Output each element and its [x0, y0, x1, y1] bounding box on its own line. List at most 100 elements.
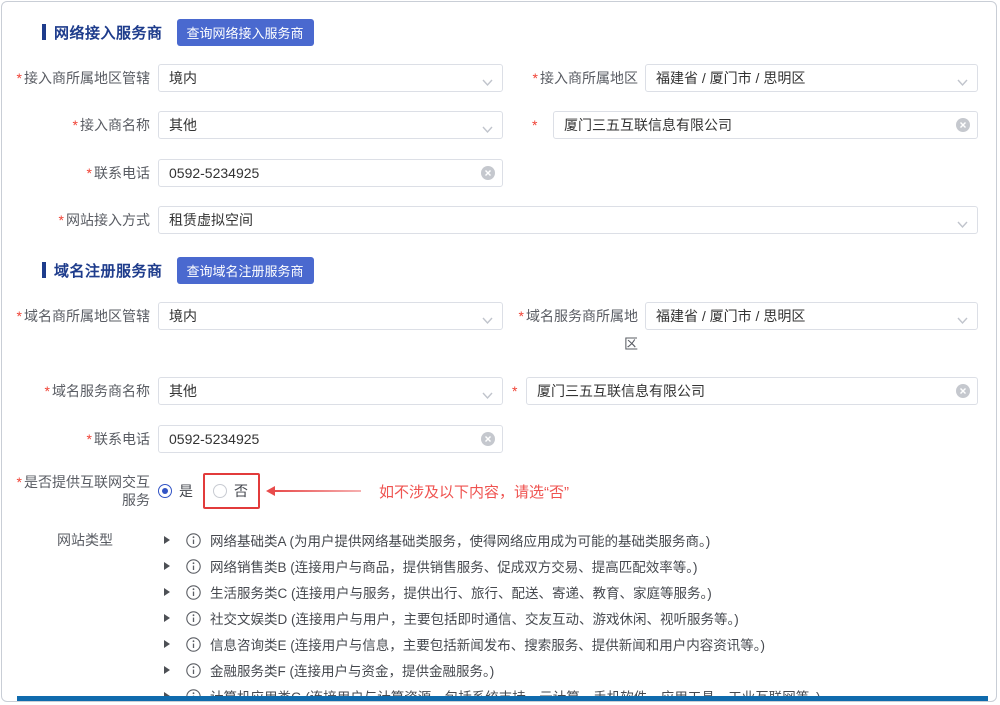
domain-company-required: *: [510, 377, 526, 406]
domain-region-admin-label: *域名商所属地区管辖: [10, 302, 158, 358]
clear-icon[interactable]: [481, 166, 495, 185]
query-domain-button[interactable]: 查询域名注册服务商: [177, 257, 314, 284]
required-asterisk: *: [59, 212, 64, 228]
domain-region-admin-value: 境内: [169, 306, 197, 326]
domain-region-admin-select[interactable]: 境内: [158, 302, 503, 330]
info-icon[interactable]: [186, 611, 201, 626]
isp-access-method-label: *网站接入方式: [10, 206, 158, 234]
isp-phone-input[interactable]: [158, 159, 503, 187]
isp-access-method-value: 租赁虚拟空间: [169, 210, 253, 230]
info-icon[interactable]: [186, 585, 201, 600]
info-icon[interactable]: [186, 559, 201, 574]
isp-name-row: *接入商名称 其他 *: [10, 111, 978, 140]
site-type-item: 网络销售类B (连接用户与商品，提供销售服务、促成双方交易、提高匹配效率等。): [158, 553, 821, 579]
annotation-arrow: 如不涉及以下内容，请选“否”: [266, 481, 569, 502]
no-option-highlight-box: 否: [203, 473, 260, 509]
radio-no[interactable]: 否: [213, 481, 248, 501]
radio-selected-icon[interactable]: [158, 484, 172, 498]
isp-section-title: 网络接入服务商: [54, 22, 163, 43]
caret-right-icon[interactable]: [164, 562, 170, 570]
domain-phone-input[interactable]: [158, 425, 503, 453]
isp-phone-row: *联系电话: [10, 159, 978, 187]
isp-region-value: 福建省 / 厦门市 / 思明区: [656, 68, 805, 88]
info-icon[interactable]: [186, 663, 201, 678]
clear-icon[interactable]: [481, 432, 495, 451]
isp-region-label: *接入商所属地区: [510, 64, 645, 92]
required-asterisk: *: [73, 117, 78, 133]
isp-name-select[interactable]: 其他: [158, 111, 503, 139]
clear-icon[interactable]: [956, 118, 970, 137]
isp-name-value: 其他: [169, 115, 197, 135]
required-asterisk: *: [519, 308, 524, 324]
radio-unselected-icon[interactable]: [213, 484, 227, 498]
domain-region-label: *域名服务商所属地区: [510, 302, 645, 358]
bottom-section-bar: [17, 696, 988, 701]
isp-region-admin-value: 境内: [169, 68, 197, 88]
domain-name-label: *域名服务商名称: [10, 377, 158, 406]
domain-region-row: *域名商所属地区管辖 境内 *域名服务商所属地区 福建省 / 厦门市 / 思明区: [10, 302, 978, 358]
isp-region-admin-select[interactable]: 境内: [158, 64, 503, 92]
required-asterisk: *: [17, 70, 22, 86]
domain-region-select[interactable]: 福建省 / 厦门市 / 思明区: [645, 302, 978, 330]
required-asterisk: *: [533, 70, 538, 86]
chevron-down-icon: [482, 74, 493, 90]
interactive-service-label: *是否提供互联网交互服务: [10, 473, 158, 509]
arrow-left-icon: [266, 486, 275, 496]
radio-no-label[interactable]: 否: [234, 481, 248, 501]
isp-region-select[interactable]: 福建省 / 厦门市 / 思明区: [645, 64, 978, 92]
required-asterisk: *: [87, 165, 92, 181]
domain-name-select[interactable]: 其他: [158, 377, 503, 405]
domain-company-input[interactable]: [526, 377, 978, 405]
isp-company-required: *: [510, 111, 553, 140]
chevron-down-icon: [957, 216, 968, 232]
domain-name-value: 其他: [169, 381, 197, 401]
isp-phone-label: *联系电话: [10, 159, 158, 187]
radio-yes[interactable]: 是: [158, 481, 193, 501]
site-type-item: 信息咨询类E (连接用户与信息，主要包括新闻发布、搜索服务、提供新闻和用户内容资…: [158, 631, 821, 657]
caret-right-icon[interactable]: [164, 614, 170, 622]
domain-section-title: 域名注册服务商: [54, 260, 163, 281]
caret-right-icon[interactable]: [164, 536, 170, 544]
required-asterisk: *: [17, 308, 22, 324]
chevron-down-icon: [957, 74, 968, 90]
isp-region-row: *接入商所属地区管辖 境内 *接入商所属地区 福建省 / 厦门市 / 思明区: [10, 64, 978, 92]
info-icon[interactable]: [186, 637, 201, 652]
site-type-section: 网站类型 网络基础类A (为用户提供网络基础类服务，使得网络应用成为可能的基础类…: [10, 527, 978, 702]
chevron-down-icon: [957, 312, 968, 328]
domain-phone-label: *联系电话: [10, 425, 158, 453]
interactive-service-row: *是否提供互联网交互服务 是 否 如不涉及以下内容，请选“否”: [10, 473, 978, 509]
domain-name-row: *域名服务商名称 其他 *: [10, 377, 978, 406]
annotation-text: 如不涉及以下内容，请选“否”: [379, 481, 569, 502]
chevron-down-icon: [482, 387, 493, 403]
isp-name-label: *接入商名称: [10, 111, 158, 140]
chevron-down-icon: [482, 312, 493, 328]
required-asterisk: *: [45, 383, 50, 399]
isp-access-method-row: *网站接入方式 租赁虚拟空间: [10, 206, 978, 234]
section-accent-bar: [42, 262, 46, 278]
icp-filing-form: 网络接入服务商 查询网络接入服务商 *接入商所属地区管辖 境内 *接入商所属地区…: [1, 1, 997, 702]
query-isp-button[interactable]: 查询网络接入服务商: [177, 19, 314, 46]
domain-region-value: 福建省 / 厦门市 / 思明区: [656, 306, 805, 326]
required-asterisk: *: [87, 431, 92, 447]
isp-access-method-select[interactable]: 租赁虚拟空间: [158, 206, 978, 234]
caret-right-icon[interactable]: [164, 588, 170, 596]
isp-company-input[interactable]: [553, 111, 978, 139]
site-type-item: 金融服务类F (连接用户与资金，提供金融服务。): [158, 657, 821, 683]
chevron-down-icon: [482, 121, 493, 137]
site-type-item: 社交文娱类D (连接用户与用户，主要包括即时通信、交友互动、游戏休闲、视听服务等…: [158, 605, 821, 631]
radio-yes-label[interactable]: 是: [179, 481, 193, 501]
caret-right-icon[interactable]: [164, 640, 170, 648]
domain-section-header: 域名注册服务商 查询域名注册服务商: [42, 258, 978, 282]
caret-right-icon[interactable]: [164, 666, 170, 674]
section-accent-bar: [42, 24, 46, 40]
clear-icon[interactable]: [956, 384, 970, 403]
info-icon[interactable]: [186, 533, 201, 548]
domain-phone-row: *联系电话: [10, 425, 978, 453]
site-type-label: 网站类型: [10, 527, 158, 702]
site-type-item: 生活服务类C (连接用户与服务，提供出行、旅行、配送、寄递、教育、家庭等服务。): [158, 579, 821, 605]
isp-region-admin-label: *接入商所属地区管辖: [10, 64, 158, 92]
site-type-list: 网络基础类A (为用户提供网络基础类服务，使得网络应用成为可能的基础类服务商。)…: [158, 527, 821, 702]
isp-section-header: 网络接入服务商 查询网络接入服务商: [42, 20, 978, 44]
required-asterisk: *: [17, 474, 22, 490]
site-type-item: 网络基础类A (为用户提供网络基础类服务，使得网络应用成为可能的基础类服务商。): [158, 527, 821, 553]
